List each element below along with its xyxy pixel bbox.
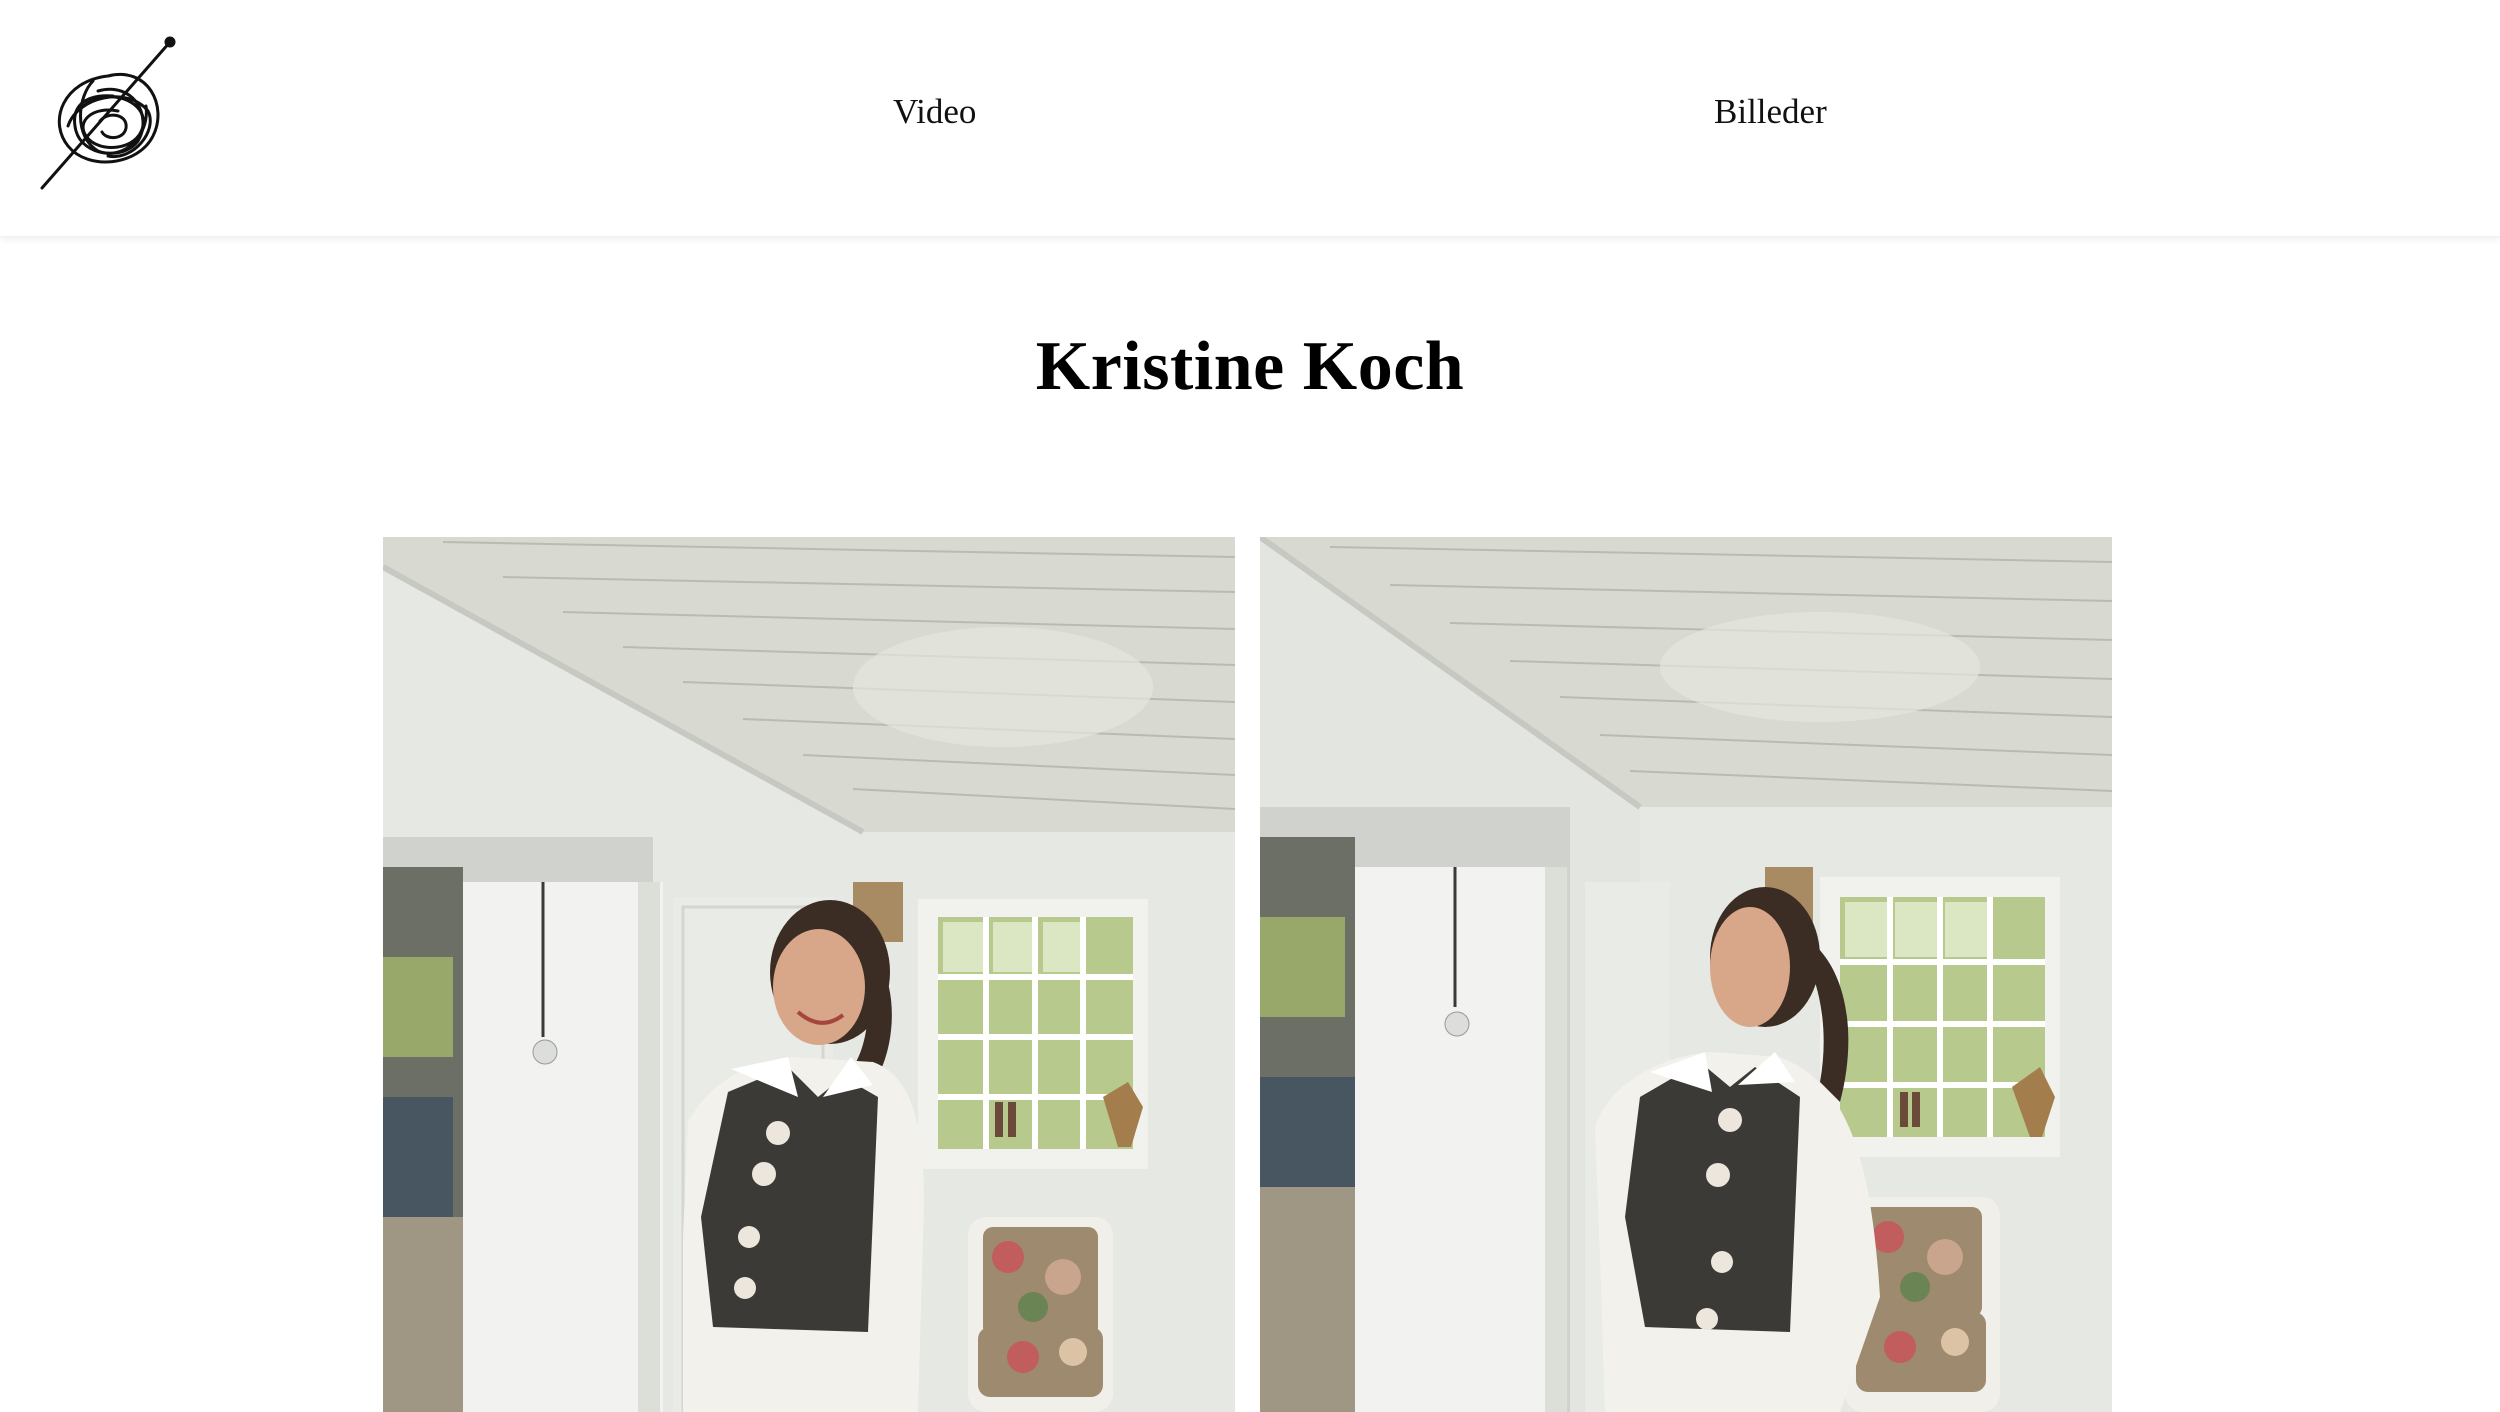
page-title: Kristine Koch bbox=[1035, 328, 1465, 405]
nav-link-billeder[interactable]: Billeder bbox=[1714, 92, 1827, 132]
gallery-photo-1[interactable] bbox=[383, 537, 1235, 1412]
site-header: Video Billeder bbox=[0, 0, 2500, 237]
nav-link-video[interactable]: Video bbox=[893, 92, 976, 132]
gallery-photo-2[interactable] bbox=[1260, 537, 2112, 1412]
yarn-ball-logo-icon[interactable] bbox=[38, 36, 178, 191]
